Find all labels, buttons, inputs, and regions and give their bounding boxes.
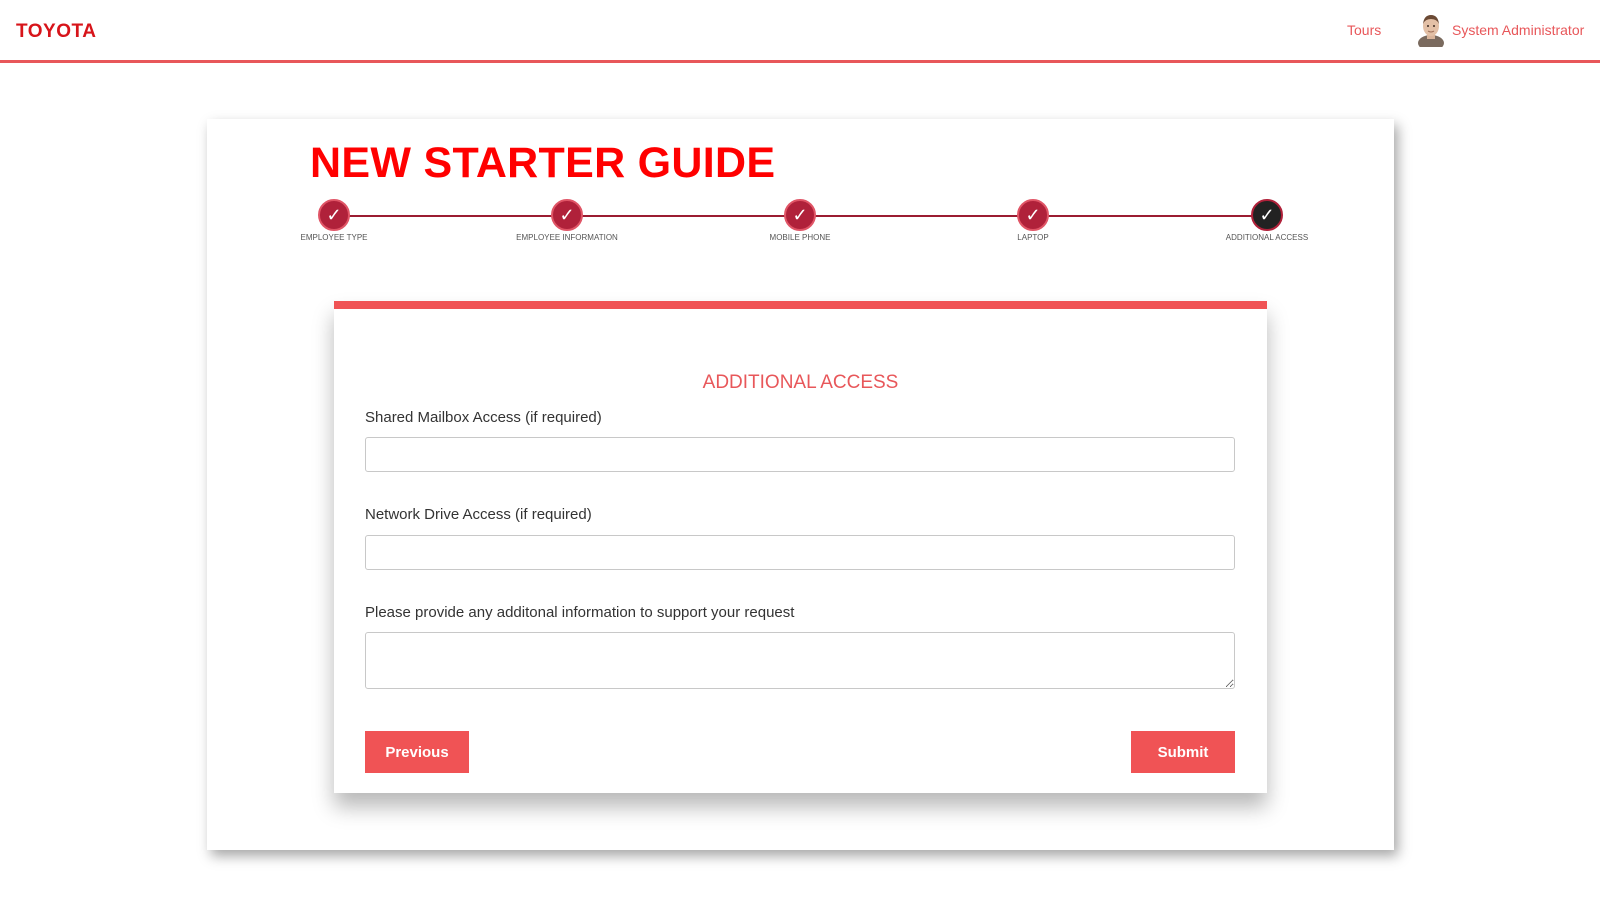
- step-employee-type[interactable]: ✓ EMPLOYEE TYPE: [259, 199, 409, 242]
- additional-info-label: Please provide any additonal information…: [365, 604, 795, 621]
- step-label: LAPTOP: [1017, 233, 1049, 242]
- form-heading: ADDITIONAL ACCESS: [702, 372, 899, 393]
- checkmark-icon: ✓: [318, 199, 350, 231]
- checkmark-icon: ✓: [551, 199, 583, 231]
- checkmark-icon: ✓: [1251, 199, 1283, 231]
- user-menu[interactable]: System Administrator: [1452, 22, 1584, 38]
- network-drive-input[interactable]: [365, 535, 1235, 570]
- progress-stepper: ✓ EMPLOYEE TYPE ✓ EMPLOYEE INFORMATION ✓…: [207, 199, 1394, 249]
- step-mobile-phone[interactable]: ✓ MOBILE PHONE: [725, 199, 875, 242]
- step-label: MOBILE PHONE: [769, 233, 831, 242]
- step-laptop[interactable]: ✓ LAPTOP: [958, 199, 1108, 242]
- step-label: EMPLOYEE TYPE: [300, 233, 368, 242]
- step-additional-access[interactable]: ✓ ADDITIONAL ACCESS: [1192, 199, 1342, 242]
- checkmark-icon: ✓: [1017, 199, 1049, 231]
- network-drive-label: Network Drive Access (if required): [365, 506, 592, 523]
- starter-guide-card: NEW STARTER GUIDE ✓ EMPLOYEE TYPE ✓ EMPL…: [207, 119, 1394, 850]
- toyota-logo[interactable]: TOYOTA: [16, 21, 96, 43]
- step-employee-information[interactable]: ✓ EMPLOYEE INFORMATION: [492, 199, 642, 242]
- checkmark-icon: ✓: [784, 199, 816, 231]
- shared-mailbox-label: Shared Mailbox Access (if required): [365, 409, 602, 426]
- top-navbar: TOYOTA Tours System Administrator: [0, 0, 1600, 63]
- tours-link[interactable]: Tours: [1347, 22, 1381, 38]
- page-title: NEW STARTER GUIDE: [310, 139, 776, 187]
- additional-access-form: ADDITIONAL ACCESS Shared Mailbox Access …: [334, 301, 1267, 793]
- previous-button[interactable]: Previous: [365, 731, 469, 773]
- step-label: ADDITIONAL ACCESS: [1225, 233, 1309, 242]
- step-label: EMPLOYEE INFORMATION: [516, 233, 618, 242]
- user-avatar-icon[interactable]: [1417, 13, 1445, 47]
- shared-mailbox-input[interactable]: [365, 437, 1235, 472]
- submit-button[interactable]: Submit: [1131, 731, 1235, 773]
- additional-info-textarea[interactable]: [365, 632, 1235, 689]
